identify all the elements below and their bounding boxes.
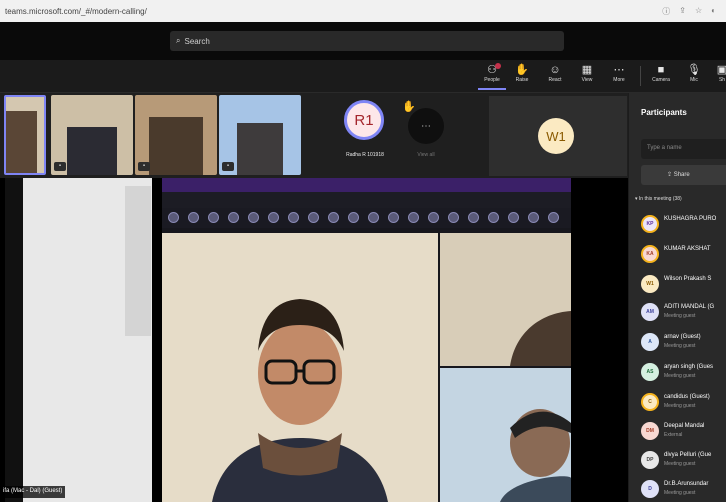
avatar: KP [641,215,659,233]
avatar: AS [641,363,659,381]
shared-content-sidebar [125,186,151,336]
guest-name-label: ifa (Mac - Dal) (Guest) [0,486,66,498]
info-icon[interactable]: ⓘ [662,6,670,17]
view-button[interactable]: ▦ View [573,63,601,83]
more-icon: ⋯ [613,64,625,76]
view-all-label: View all [417,152,435,158]
share-button[interactable]: ▣ Sh [708,63,726,83]
avatar: DP [641,451,659,469]
shared-window-toolbar [162,192,571,208]
react-button[interactable]: ☺ React [541,63,569,83]
participant-video-feed[interactable] [440,368,571,502]
avatar: DM [641,422,659,440]
notification-badge [495,63,501,69]
participant-name-label: Radha R 101918 [346,152,384,158]
profile-icon[interactable]: ◐ [711,6,716,17]
mic-off-icon: ▪ [138,162,150,171]
avatar: AM [641,303,659,321]
avatar: C [641,393,659,411]
participant-item[interactable]: DM Deepal Mandal External [641,420,726,442]
meeting-toolbar: ⚇ People ✋ Raise ☺ React ▦ View ⋯ More ■… [0,60,726,93]
toolbar-divider [640,66,641,86]
smile-icon: ☺ [549,64,561,76]
participant-search-input[interactable]: Type a name [641,139,726,159]
participant-item[interactable]: A arnav (Guest) Meeting guest [641,331,726,353]
view-icon: ▦ [581,64,593,76]
share-invite-button[interactable]: ⇪ Share [641,165,726,185]
share-screen-icon: ▣ [716,64,726,76]
avatar: A [641,333,659,351]
avatar: KA [641,245,659,263]
camera-icon: ■ [657,64,665,76]
participant-item[interactable]: DP divya Pelluri (Gue Meeting guest [641,449,726,471]
mic-off-icon: ▪ [54,162,66,171]
participant-item[interactable]: D Dr.B.Arunsundar Meeting guest [641,478,726,500]
participant-video-feed[interactable] [440,233,571,366]
search-icon: ⌕ [176,36,181,45]
mic-icon: 🎙 [687,64,701,76]
person-video [162,233,438,502]
shared-window-titlebar [162,178,571,192]
browser-bar: teams.microsoft.com/_#/modern-calling/ ⓘ… [0,0,726,22]
avatar: W1 [641,275,659,293]
mic-button[interactable]: 🎙 Mic [680,63,708,83]
mic-off-icon: ▪ [222,162,234,171]
in-meeting-section-header[interactable]: ▾ In this meeting (38) [635,196,682,202]
video-thumbnail[interactable]: ▪ [51,95,133,175]
more-button[interactable]: ⋯ More [605,63,633,83]
video-thumbnail[interactable]: ▪ [219,95,301,175]
panel-title: Participants [641,108,687,117]
star-icon[interactable]: ☆ [695,6,702,17]
address-bar[interactable]: teams.microsoft.com/_#/modern-calling/ [5,7,662,16]
search-input[interactable]: ⌕ Search [170,31,564,51]
avatar: D [641,480,659,498]
share-icon[interactable]: ⇪ [679,6,686,17]
participant-item[interactable]: AM ADITI MANDAL (G Meeting guest [641,301,726,323]
raise-hand-button[interactable]: ✋ Raise [508,63,536,83]
shared-screen-left [5,178,152,502]
shared-participant-row [162,208,571,228]
participant-item[interactable]: W1 Wilson Prakash S [641,273,726,295]
participant-item[interactable]: C candidus (Guest) Meeting guest [641,391,726,413]
share-invite-icon: ⇪ [667,172,674,178]
video-thumbnail[interactable] [4,95,46,175]
main-video-feed[interactable] [162,233,438,502]
participant-avatar-r1[interactable]: R1 [344,100,384,140]
participant-item[interactable]: KP KUSHAGRA PURO [641,213,726,235]
view-all-button[interactable]: ⋯ [408,108,444,144]
teams-title-bar: ⌕ Search [0,22,726,60]
hand-icon: ✋ [515,64,529,76]
people-button[interactable]: ⚇ People [478,63,506,90]
video-thumbnail[interactable]: ▪ [135,95,217,175]
participant-avatar-w1: W1 [538,118,574,154]
participant-item[interactable]: AS aryan singh (Gues Meeting guest [641,361,726,383]
camera-button[interactable]: ■ Camera [647,63,675,83]
participants-panel: Participants Type a name ⇪ Share ▾ In th… [628,93,726,502]
participant-item[interactable]: KA KUMAR AKSHAT [641,243,726,265]
